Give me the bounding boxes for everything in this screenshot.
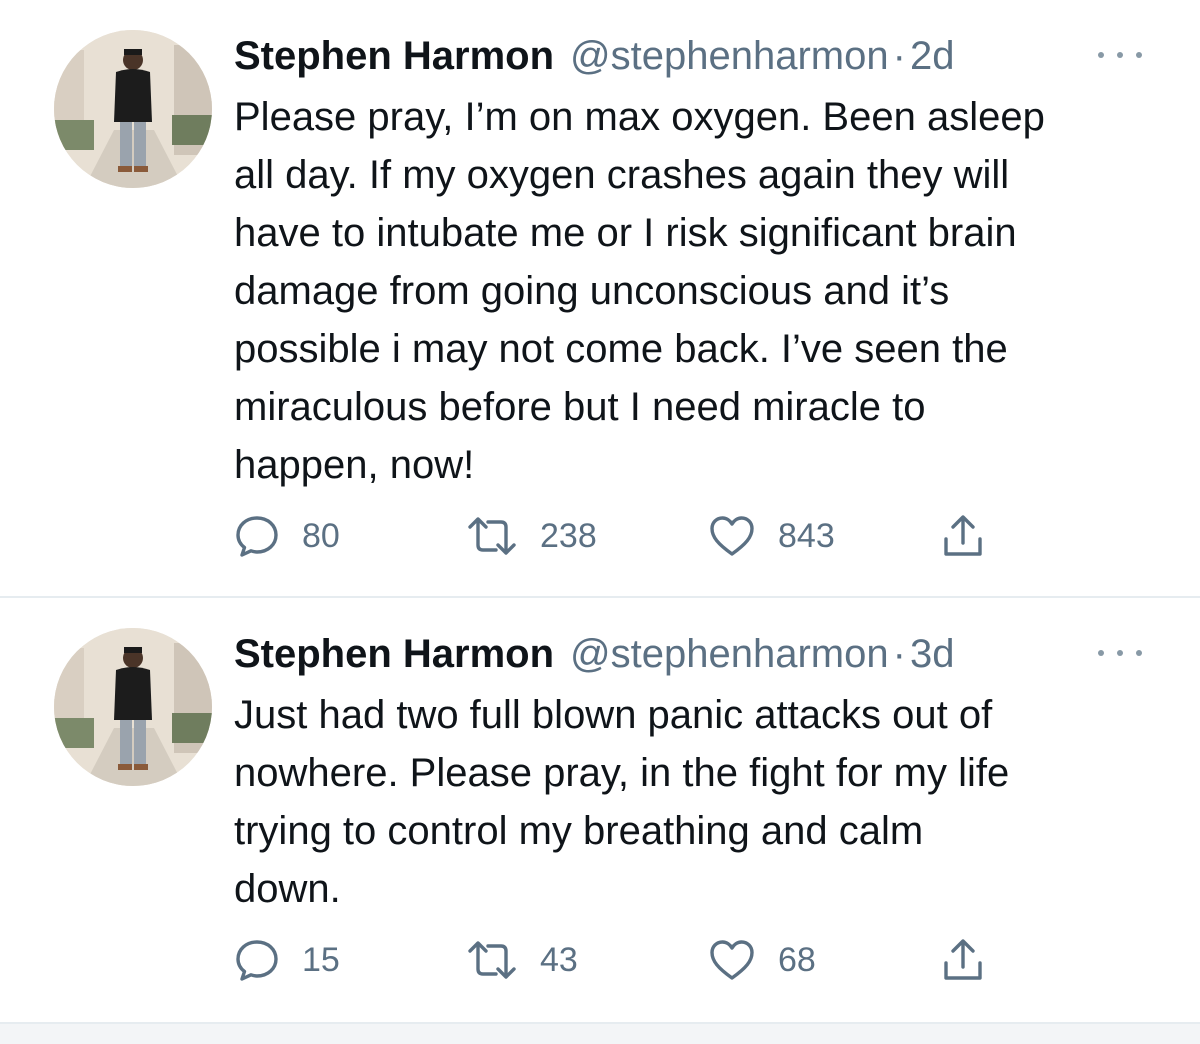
- more-dots-icon[interactable]: [1098, 40, 1142, 70]
- user-handle[interactable]: @stephenharmon: [570, 28, 889, 84]
- heart-icon: [710, 940, 754, 980]
- like-count: 843: [778, 516, 835, 555]
- tweet-header: Stephen Harmon @stephenharmon · 3d: [234, 626, 954, 682]
- bottom-divider: [0, 1022, 1200, 1044]
- tweet-actions: 80 238 843: [234, 508, 1014, 564]
- retweet-count: 238: [540, 516, 597, 555]
- display-name[interactable]: Stephen Harmon: [234, 626, 554, 682]
- share-button[interactable]: [940, 508, 986, 564]
- tweet[interactable]: Stephen Harmon @stephenharmon · 3d Just …: [0, 598, 1200, 1022]
- reply-count: 80: [302, 516, 340, 555]
- separator: ·: [892, 34, 906, 78]
- timestamp[interactable]: 2d: [910, 28, 955, 84]
- tweet-text: Please pray, I’m on max oxygen. Been asl…: [234, 95, 1045, 487]
- reply-button[interactable]: 80: [234, 508, 340, 564]
- speech-bubble-icon: [236, 516, 278, 557]
- reply-button[interactable]: 15: [234, 932, 340, 988]
- retweet-button[interactable]: 43: [466, 932, 578, 988]
- share-upload-icon: [944, 939, 982, 980]
- speech-bubble-icon: [236, 940, 278, 981]
- display-name[interactable]: Stephen Harmon: [234, 28, 554, 84]
- like-button[interactable]: 843: [708, 508, 835, 564]
- timestamp[interactable]: 3d: [910, 626, 955, 682]
- tweet[interactable]: Stephen Harmon @stephenharmon · 2d Pleas…: [0, 0, 1200, 596]
- retweet-button[interactable]: 238: [466, 508, 597, 564]
- like-button[interactable]: 68: [708, 932, 816, 988]
- tweet-text: Just had two full blown panic attacks ou…: [234, 693, 1010, 911]
- reply-count: 15: [302, 940, 340, 979]
- avatar[interactable]: [54, 628, 212, 786]
- user-handle[interactable]: @stephenharmon: [570, 626, 889, 682]
- more-dots-icon[interactable]: [1098, 638, 1142, 668]
- retweet-count: 43: [540, 940, 578, 979]
- tweet-actions: 15 43 68: [234, 932, 1014, 988]
- share-button[interactable]: [940, 932, 986, 988]
- retweet-arrows-icon: [468, 517, 516, 555]
- tweet-header: Stephen Harmon @stephenharmon · 2d: [234, 28, 954, 84]
- like-count: 68: [778, 940, 816, 979]
- share-upload-icon: [944, 515, 982, 556]
- separator: ·: [892, 632, 906, 676]
- retweet-arrows-icon: [468, 941, 516, 979]
- avatar[interactable]: [54, 30, 212, 188]
- heart-icon: [710, 516, 754, 556]
